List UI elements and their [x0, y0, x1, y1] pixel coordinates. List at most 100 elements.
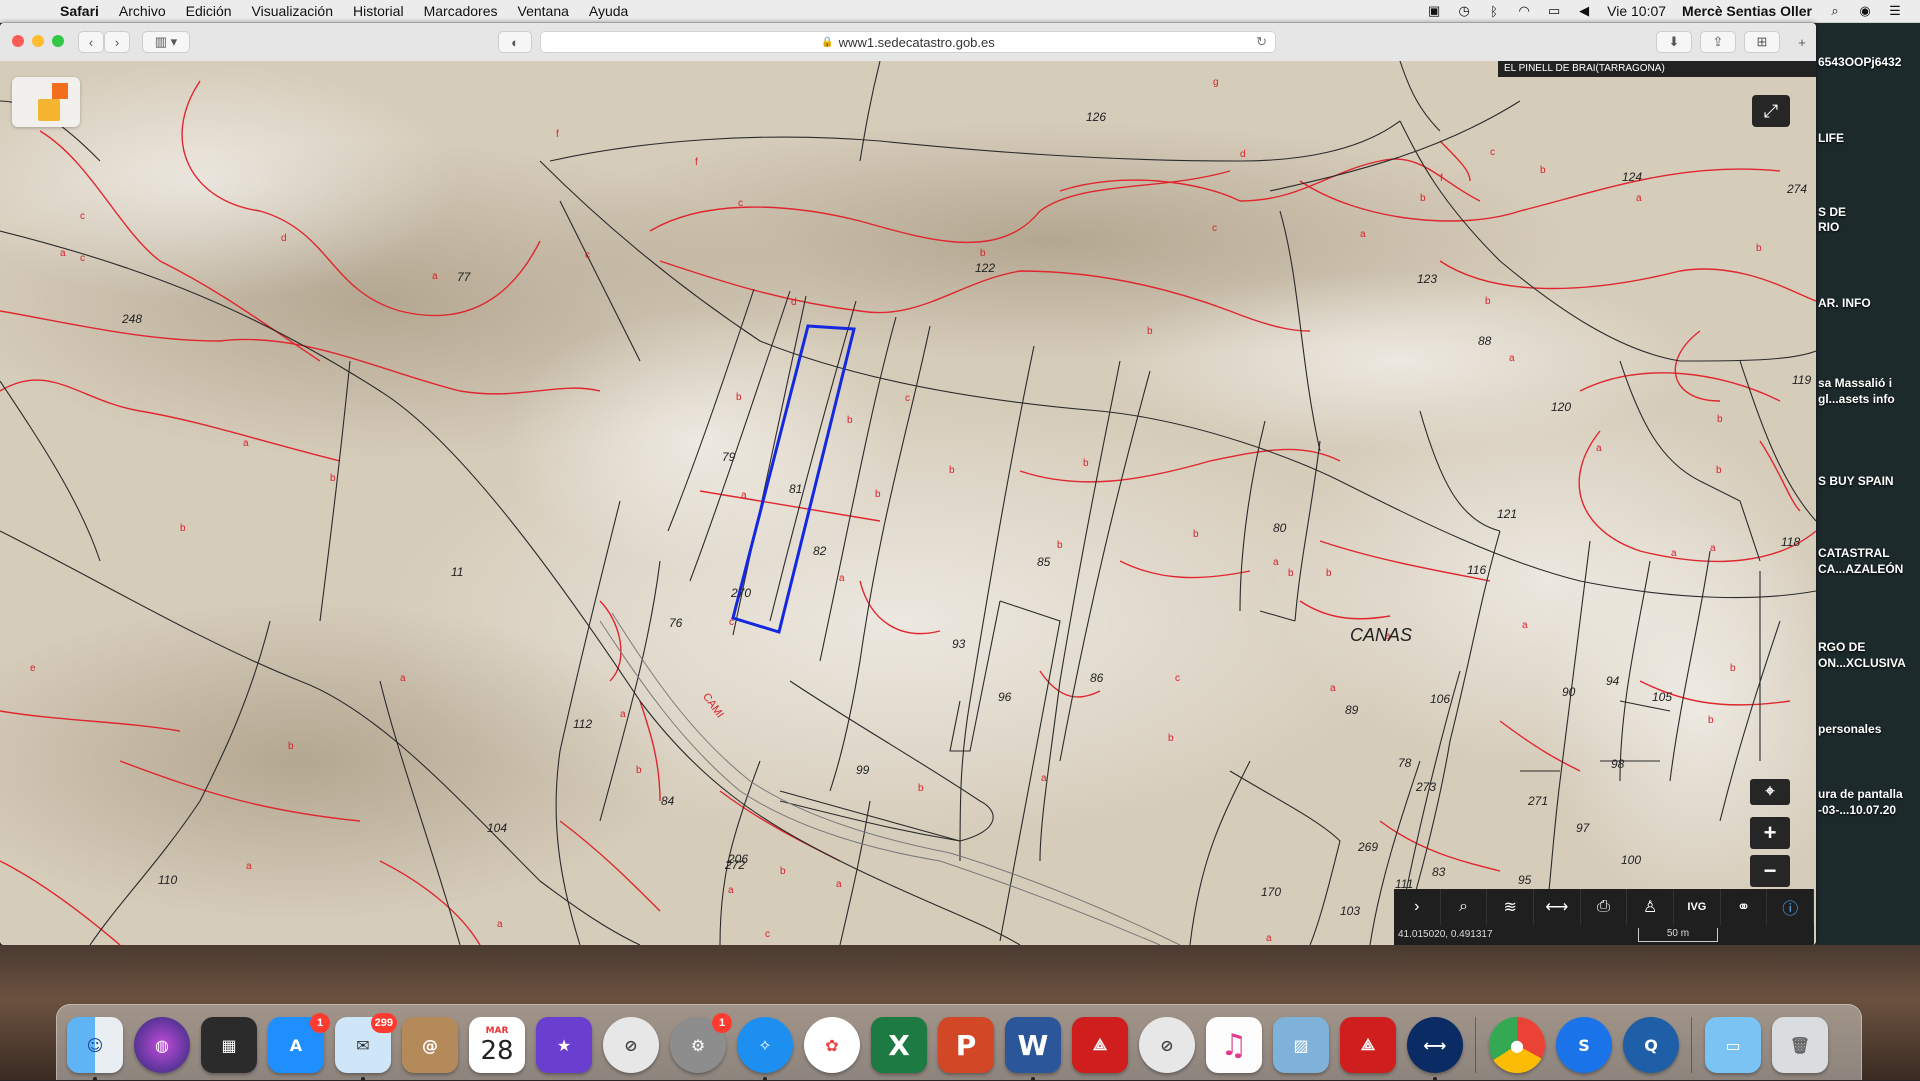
- desktop-item-label[interactable]: ura de pantalla: [1818, 787, 1903, 802]
- close-window-button[interactable]: [12, 35, 24, 47]
- print-icon[interactable]: ⎙: [1581, 889, 1628, 925]
- volume-icon[interactable]: ◀: [1573, 3, 1595, 19]
- subparcel-label: c: [905, 393, 910, 404]
- acrobat-icon[interactable]: ⟁: [1072, 1017, 1128, 1073]
- acrobat-reader-icon[interactable]: ⟁: [1340, 1017, 1396, 1073]
- finder-icon[interactable]: ☺: [67, 1017, 123, 1081]
- desktop-item-label[interactable]: S DE: [1818, 205, 1846, 220]
- menu-visualizacion[interactable]: Visualización: [242, 3, 343, 19]
- street-view-icon[interactable]: ♙: [1627, 889, 1675, 925]
- privacy-report-button[interactable]: ◐: [498, 31, 532, 53]
- chrome-icon[interactable]: ●: [1489, 1017, 1545, 1073]
- arrow-right-icon[interactable]: ›: [1394, 889, 1441, 925]
- desktop-item-label[interactable]: -03-...10.07.20: [1818, 803, 1896, 818]
- mail-icon[interactable]: ✉ 299: [335, 1013, 397, 1081]
- minimize-window-button[interactable]: [32, 35, 44, 47]
- url-text: www1.sedecatastro.gob.es: [838, 34, 995, 50]
- desktop-item-label[interactable]: CA...AZALEÓN: [1818, 562, 1903, 577]
- contacts-icon[interactable]: @: [402, 1017, 458, 1073]
- menu-user[interactable]: Mercè Sentias Oller: [1682, 3, 1812, 19]
- catastro-logo[interactable]: [12, 77, 80, 127]
- notification-center-icon[interactable]: ☰: [1884, 3, 1906, 19]
- layers-icon[interactable]: ≋: [1487, 889, 1535, 925]
- wifi-icon[interactable]: ◠: [1513, 3, 1535, 19]
- fullscreen-button[interactable]: ⤢: [1752, 95, 1790, 127]
- ivg-button[interactable]: IVG: [1674, 889, 1721, 925]
- info-icon[interactable]: ⓘ: [1767, 889, 1815, 925]
- desktop-item-label[interactable]: personales: [1818, 722, 1881, 737]
- itunes-icon[interactable]: ♫: [1206, 1017, 1262, 1073]
- siri-icon[interactable]: ◉: [1854, 3, 1876, 19]
- trash-icon[interactable]: 🗑: [1772, 1017, 1828, 1073]
- s-app-icon[interactable]: S: [1556, 1017, 1612, 1073]
- desktop-item-label[interactable]: RIO: [1818, 220, 1839, 235]
- tab-overview-button[interactable]: ⊞: [1744, 31, 1780, 53]
- subparcel-label: a: [1596, 443, 1602, 454]
- blocked-app-2-icon[interactable]: ⊘: [1139, 1017, 1195, 1073]
- menu-archivo[interactable]: Archivo: [109, 3, 176, 19]
- menu-ventana[interactable]: Ventana: [508, 3, 579, 19]
- teamviewer-icon[interactable]: ⟷: [1407, 1017, 1463, 1081]
- reload-icon[interactable]: ↻: [1256, 34, 1267, 50]
- lock-icon: 🔒: [821, 36, 834, 48]
- zoom-window-button[interactable]: [52, 35, 64, 47]
- menu-clock[interactable]: Vie 10:07: [1607, 3, 1666, 19]
- downloads-button[interactable]: ⬇: [1656, 31, 1692, 53]
- search-icon[interactable]: ⌕: [1441, 889, 1488, 925]
- zoom-in-button[interactable]: +: [1750, 817, 1790, 849]
- calendar-day: 28: [480, 1036, 514, 1066]
- parcel-label: 273: [1415, 780, 1436, 794]
- measure-icon[interactable]: ⟷: [1534, 889, 1581, 925]
- system-preferences-icon[interactable]: ⚙ 1: [670, 1013, 732, 1073]
- spotlight-icon[interactable]: ⌕: [1824, 3, 1846, 19]
- zoom-out-button[interactable]: −: [1750, 855, 1790, 887]
- applications-folder-icon[interactable]: ▭: [1705, 1017, 1761, 1073]
- desktop-item-label[interactable]: 6543OOPj6432: [1818, 55, 1901, 70]
- share-icon[interactable]: ⚭: [1721, 889, 1768, 925]
- menu-app-name[interactable]: Safari: [50, 3, 109, 19]
- share-button[interactable]: ⇪: [1700, 31, 1736, 53]
- share-icon: ⇪: [1712, 34, 1724, 49]
- preview-icon[interactable]: ▨: [1273, 1017, 1329, 1073]
- safari-icon[interactable]: ✧: [737, 1017, 793, 1081]
- address-bar[interactable]: 🔒 www1.sedecatastro.gob.es ↻: [540, 31, 1276, 53]
- map-canvas[interactable]: 126 124 274 77 248 122 123 79 81 82 85 88 120 121 118 1…: [0, 61, 1816, 945]
- desktop-item-label[interactable]: sa Massalió i: [1818, 376, 1892, 391]
- desktop-item-label[interactable]: AR. INFO: [1818, 296, 1871, 311]
- locate-button[interactable]: ⌖: [1750, 779, 1790, 805]
- sidebar-button[interactable]: ▥ ▾: [142, 31, 190, 53]
- back-button[interactable]: ‹: [78, 31, 104, 53]
- menu-edicion[interactable]: Edición: [176, 3, 242, 19]
- photos-icon[interactable]: ✿: [804, 1017, 860, 1073]
- dock-separator: [1691, 1017, 1692, 1073]
- imovie-icon[interactable]: ★: [536, 1017, 592, 1073]
- desktop-item-label[interactable]: ON...XCLUSIVA: [1818, 656, 1906, 671]
- forward-button[interactable]: ›: [104, 31, 130, 53]
- time-machine-icon[interactable]: ◷: [1453, 3, 1475, 19]
- app-store-icon[interactable]: A1: [268, 1013, 330, 1073]
- bluetooth-icon[interactable]: ᛒ: [1483, 3, 1505, 19]
- subparcel-label: b: [1168, 733, 1174, 744]
- excel-icon[interactable]: X: [871, 1017, 927, 1073]
- powerpoint-icon[interactable]: P: [938, 1017, 994, 1073]
- menu-ayuda[interactable]: Ayuda: [579, 3, 638, 19]
- battery-icon[interactable]: ▭: [1543, 3, 1565, 19]
- dock-separator: [1475, 1017, 1476, 1073]
- parcel-label: 170: [1261, 885, 1281, 899]
- new-tab-button[interactable]: +: [1790, 31, 1814, 53]
- menu-marcadores[interactable]: Marcadores: [414, 3, 508, 19]
- screen-mirror-icon[interactable]: ▣: [1423, 3, 1445, 19]
- blocked-app-icon[interactable]: ⊘: [603, 1017, 659, 1073]
- siri-icon[interactable]: ◍: [134, 1017, 190, 1073]
- desktop-item-label[interactable]: LIFE: [1818, 131, 1844, 146]
- word-icon[interactable]: W: [1005, 1017, 1061, 1081]
- menu-historial[interactable]: Historial: [343, 3, 414, 19]
- quicktime-icon[interactable]: Q: [1623, 1017, 1679, 1073]
- cadastral-map[interactable]: 126 124 274 77 248 122 123 79 81 82 85 88 120 121 118 1…: [0, 61, 1816, 945]
- mission-control-icon[interactable]: ▦: [201, 1017, 257, 1073]
- calendar-icon[interactable]: MAR 28: [469, 1017, 525, 1073]
- desktop-item-label[interactable]: RGO DE: [1818, 640, 1865, 655]
- desktop-item-label[interactable]: CATASTRAL: [1818, 546, 1890, 561]
- desktop-item-label[interactable]: gl...asets info: [1818, 392, 1895, 407]
- desktop-item-label[interactable]: S BUY SPAIN: [1818, 474, 1894, 489]
